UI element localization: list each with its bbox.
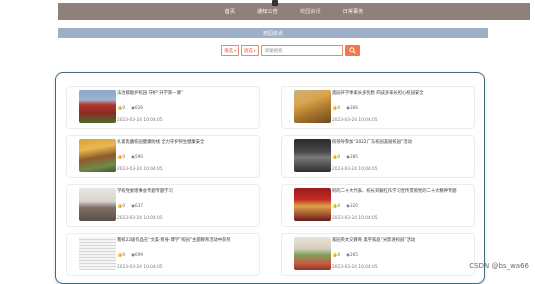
news-title[interactable]: 法治赋能护校园 守护“开学第一课” [117, 90, 253, 96]
chevron-down-icon: ▾ [253, 48, 256, 53]
view-count: 320 [349, 204, 359, 209]
news-date: 2023-03-24 10:04:05 [117, 118, 163, 123]
news-thumbnail[interactable] [294, 90, 331, 123]
nav-item-home[interactable]: 首页 [216, 3, 244, 20]
news-card[interactable]: 阿的二十大代表、校长刘颖红作学习宣传贯彻党的二十大精神专题 👍 0 ◉ 320 20… [281, 184, 475, 227]
news-date: 2023-03-24 10:04:05 [332, 216, 378, 221]
news-stats: 👍 0 ◉ 590 [117, 155, 143, 160]
news-stats: 👍 0 ◉ 626 [117, 106, 143, 111]
like-count: 0 [122, 106, 126, 111]
filter-select-2-value: 请选 [243, 48, 253, 54]
logo-icon [272, 0, 278, 6]
news-stats: 👍 0 ◉ 699 [117, 253, 143, 258]
news-stats: 👍 0 ◉ 637 [117, 204, 143, 209]
view-count: 637 [134, 204, 144, 209]
news-date: 2023-03-24 10:04:05 [332, 167, 378, 172]
filter-select-2[interactable]: 请选 ▾ [240, 45, 259, 56]
news-card[interactable]: 扎紧乳酸校园健康防线 全力守护师生健康安全 👍 0 ◉ 590 2023-03-24… [66, 135, 260, 178]
section-title: 校园资讯 [58, 28, 488, 38]
news-thumbnail[interactable] [79, 237, 116, 270]
search-button[interactable] [344, 45, 360, 56]
news-card[interactable]: 校领导参加“2022广东校园美丽校园”活动 👍 0 ◉ 385 2023-03-24… [281, 135, 475, 178]
news-title[interactable]: 校领导参加“2022广东校园美丽校园”活动 [332, 139, 468, 145]
news-title[interactable]: 阿的二十大代表、校长刘颖红作学习宣传贯彻党的二十大精神专题 [332, 188, 468, 194]
news-date: 2023-03-24 10:04:05 [117, 216, 163, 221]
news-card[interactable]: 奥园开学季家长多忧愁 四成多家长担心校园安全 👍 0 ◉ 366 2023-03-2… [281, 86, 475, 129]
view-count: 366 [349, 106, 359, 111]
filter-select-1-value: 请选 [224, 48, 233, 54]
news-card[interactable]: 家园英文交教育 奥宇家庭“光影进校园”活动 👍 0 ◉ 265 2023-03-24… [281, 233, 475, 276]
nav-item-daily-affairs[interactable]: 日常事务 [334, 3, 373, 20]
top-nav: 首页 通知公告 校园资讯 日常事务 [58, 0, 530, 20]
watermark: CSDN @bs_wa66 [469, 262, 529, 270]
news-title[interactable]: 家园英文交教育 奥宇家庭“光影进校园”活动 [332, 237, 468, 243]
news-thumbnail[interactable] [79, 188, 116, 221]
search-input[interactable]: 请输搜索 [260, 45, 343, 56]
news-title[interactable]: 扎紧乳酸校园健康防线 全力守护师生健康安全 [117, 139, 253, 145]
news-date: 2023-03-24 10:04:05 [332, 118, 378, 123]
news-title[interactable]: 奥园开学季家长多忧愁 四成多家长担心校园安全 [332, 90, 468, 96]
search-bar: 请选 ▾ 请选 ▾ 请输搜索 [221, 45, 360, 56]
filter-select-1[interactable]: 请选 ▾ [221, 45, 239, 56]
news-card[interactable]: 学校党委理事会专题专题学习 👍 0 ◉ 637 2023-03-24 10:04:0… [66, 184, 260, 227]
search-placeholder: 请输搜索 [264, 48, 283, 54]
view-count: 626 [134, 106, 144, 111]
news-title[interactable]: 学校党委理事会专题专题学习 [117, 188, 253, 194]
view-count: 699 [134, 253, 144, 258]
news-date: 2023-03-24 10:04:05 [117, 167, 163, 172]
news-date: 2023-03-24 10:04:05 [117, 265, 163, 270]
news-panel: 法治赋能护校园 守护“开学第一课” 👍 0 ◉ 626 2023-03-24 10:… [55, 72, 485, 284]
news-thumbnail[interactable] [294, 237, 331, 270]
nav-item-campus-news[interactable]: 校园资讯 [291, 3, 330, 20]
news-title[interactable]: 我校22级作品在“文美·修身·博学”校园”主题教育活动中获奖 [117, 237, 253, 243]
like-count: 0 [122, 155, 126, 160]
news-stats: 👍 0 ◉ 385 [332, 155, 358, 160]
news-thumbnail[interactable] [79, 139, 116, 172]
like-count: 0 [337, 155, 341, 160]
like-count: 0 [337, 204, 341, 209]
like-count: 0 [122, 204, 126, 209]
news-stats: 👍 0 ◉ 265 [332, 253, 358, 258]
like-count: 0 [337, 253, 341, 258]
nav-item-notices[interactable]: 通知公告 [248, 3, 287, 20]
search-icon [348, 47, 356, 54]
news-thumbnail[interactable] [79, 90, 116, 123]
view-count: 385 [349, 155, 359, 160]
view-count: 265 [349, 253, 359, 258]
news-stats: 👍 0 ◉ 320 [332, 204, 358, 209]
news-thumbnail[interactable] [294, 188, 331, 221]
like-count: 0 [337, 106, 341, 111]
news-thumbnail[interactable] [294, 139, 331, 172]
news-date: 2023-03-24 10:04:05 [332, 265, 378, 270]
news-card[interactable]: 法治赋能护校园 守护“开学第一课” 👍 0 ◉ 626 2023-03-24 10:… [66, 86, 260, 129]
chevron-down-icon: ▾ [234, 48, 236, 53]
view-count: 590 [134, 155, 144, 160]
news-stats: 👍 0 ◉ 366 [332, 106, 358, 111]
news-card[interactable]: 我校22级作品在“文美·修身·博学”校园”主题教育活动中获奖 👍 0 ◉ 699 2… [66, 233, 260, 276]
like-count: 0 [122, 253, 126, 258]
